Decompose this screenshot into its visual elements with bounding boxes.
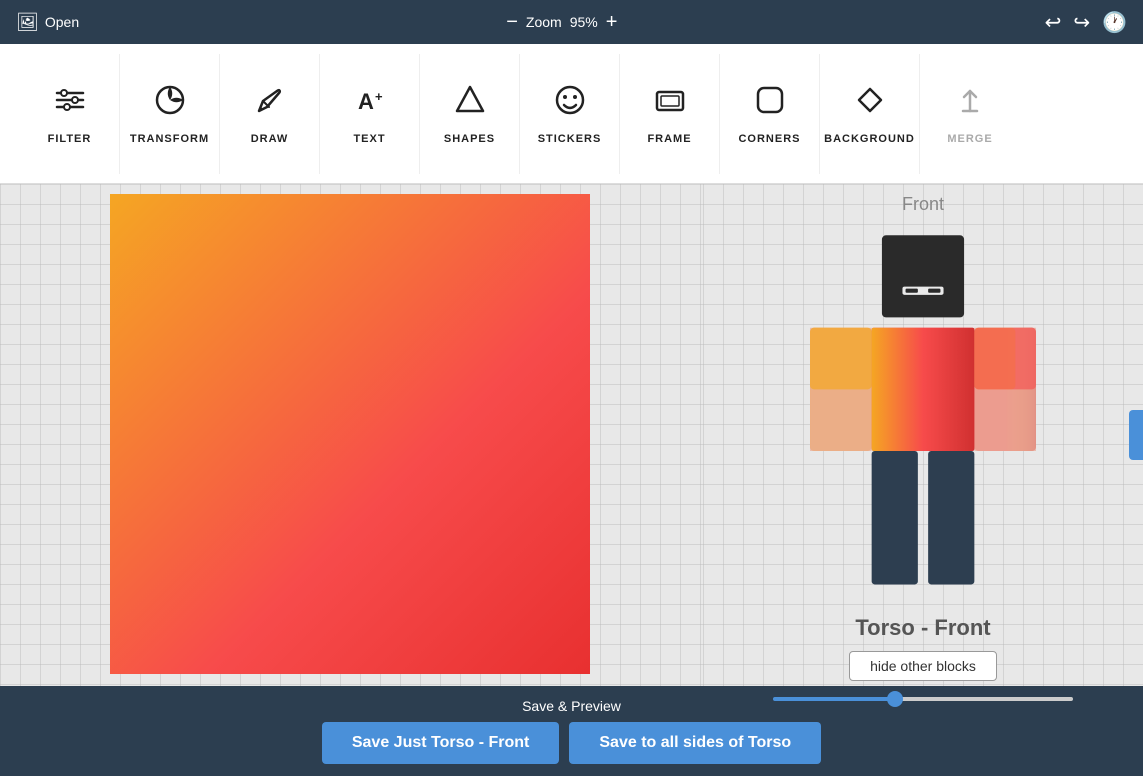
open-button[interactable]: 🖼 Open: [16, 12, 79, 33]
svg-text:A: A: [358, 89, 374, 114]
corners-label: CORNERS: [738, 133, 800, 145]
text-label: TEXT: [353, 133, 385, 145]
frame-icon: [653, 83, 687, 125]
opacity-slider[interactable]: [773, 697, 1073, 701]
tool-corners[interactable]: CORNERS: [720, 54, 820, 174]
top-bar-center: − Zoom 95% +: [506, 12, 617, 32]
preview-area: Front: [703, 184, 1143, 686]
transform-label: TRANSFORM: [130, 133, 209, 145]
bottom-buttons: Save Just Torso - Front Save to all side…: [322, 722, 821, 764]
canvas-area: [0, 184, 703, 686]
hide-blocks-button[interactable]: hide other blocks: [849, 651, 997, 681]
save-all-button[interactable]: Save to all sides of Torso: [569, 722, 821, 764]
zoom-value: 95%: [570, 14, 598, 30]
character-name: Torso - Front: [773, 615, 1073, 641]
tool-filter[interactable]: FILTER: [20, 54, 120, 174]
frame-label: FRAME: [647, 133, 691, 145]
character-container: [763, 225, 1083, 605]
draw-label: DRAW: [251, 133, 289, 145]
preview-view-label: Front: [902, 194, 944, 215]
slider-container: [773, 697, 1073, 701]
zoom-label: Zoom: [526, 14, 562, 30]
text-icon: A +: [353, 83, 387, 125]
top-bar: 🖼 Open − Zoom 95% + ↩ ↪ 🕐: [0, 0, 1143, 44]
tool-draw[interactable]: DRAW: [220, 54, 320, 174]
tool-stickers[interactable]: STICKERS: [520, 54, 620, 174]
shapes-label: SHAPES: [444, 133, 495, 145]
tool-frame[interactable]: FRAME: [620, 54, 720, 174]
top-bar-left: 🖼 Open: [16, 12, 79, 33]
tool-background[interactable]: BACKGROUND: [820, 54, 920, 174]
background-label: BACKGROUND: [824, 133, 915, 145]
tool-transform[interactable]: TRANSFORM: [120, 54, 220, 174]
save-preview-label: Save & Preview: [522, 698, 621, 714]
merge-icon: [953, 83, 987, 125]
stickers-label: STICKERS: [538, 133, 602, 145]
toolbar: FILTER TRANSFORM DRAW A +: [0, 44, 1143, 184]
zoom-plus-button[interactable]: +: [606, 12, 618, 32]
corners-icon: [753, 83, 787, 125]
stickers-icon: [553, 83, 587, 125]
tool-text[interactable]: A + TEXT: [320, 54, 420, 174]
draw-icon: [253, 83, 287, 125]
main-area: Front: [0, 184, 1143, 686]
filter-icon: [53, 83, 87, 125]
character-info: Torso - Front hide other blocks: [773, 615, 1073, 701]
shapes-icon: [453, 83, 487, 125]
undo-button[interactable]: ↩: [1045, 10, 1062, 35]
top-bar-right: ↩ ↪ 🕐: [1045, 10, 1127, 35]
open-label: Open: [45, 14, 79, 30]
history-button[interactable]: 🕐: [1102, 10, 1127, 35]
right-edge-tab[interactable]: [1129, 410, 1143, 460]
zoom-minus-button[interactable]: −: [506, 12, 518, 32]
tool-merge[interactable]: MERGE: [920, 54, 1020, 174]
tool-shapes[interactable]: SHAPES: [420, 54, 520, 174]
svg-text:+: +: [375, 89, 383, 104]
filter-label: FILTER: [48, 133, 92, 145]
merge-label: MERGE: [947, 133, 992, 145]
canvas-image[interactable]: [110, 194, 590, 674]
transform-icon: [153, 83, 187, 125]
redo-button[interactable]: ↪: [1073, 10, 1090, 35]
open-icon: 🖼: [16, 12, 39, 33]
background-icon: [853, 83, 887, 125]
save-front-button[interactable]: Save Just Torso - Front: [322, 722, 560, 764]
